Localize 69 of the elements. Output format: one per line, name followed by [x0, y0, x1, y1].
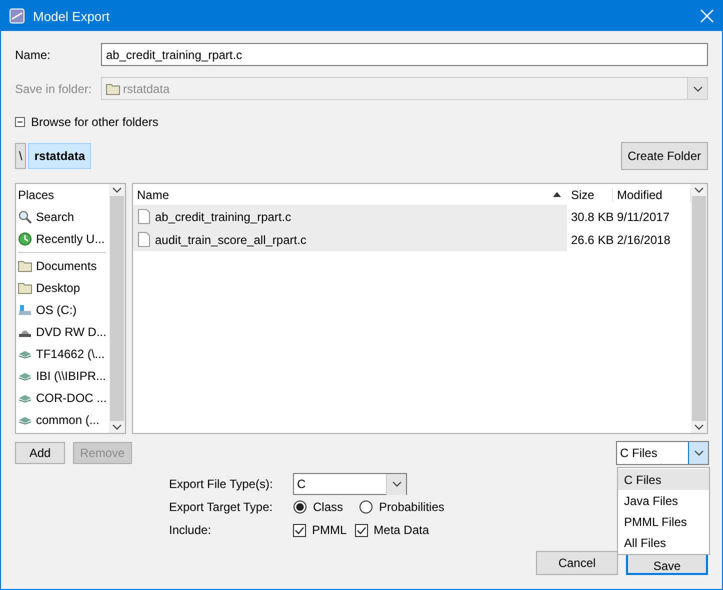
scroll-up-icon — [694, 187, 704, 193]
place-item[interactable]: OS (C:) — [18, 299, 109, 321]
network-drive-icon — [18, 415, 32, 425]
column-header[interactable]: Name — [133, 188, 567, 202]
scroll-down-icon — [694, 424, 704, 430]
drive-icon — [18, 304, 32, 316]
place-item[interactable]: common (... — [18, 409, 109, 431]
file-size-cell-text: 26.6 KB — [570, 232, 613, 246]
scroll-up-icon — [112, 187, 122, 193]
clock-icon — [18, 232, 32, 246]
file-name-cell: ab_credit_training_rpart.c — [133, 205, 567, 228]
file-name-cell: audit_train_score_all_rpart.c — [133, 228, 567, 251]
scrollbar[interactable] — [691, 184, 707, 433]
folder-icon — [18, 282, 32, 294]
save-in-folder-label: Save in folder: — [15, 82, 93, 96]
radio-label: Class — [313, 500, 344, 514]
export-file-type-dropdown[interactable]: C — [293, 473, 407, 495]
collapse-icon[interactable] — [15, 117, 25, 127]
folder-icon — [106, 82, 120, 94]
network-drive-icon — [18, 393, 32, 403]
radio-button[interactable] — [293, 500, 307, 514]
chevron-down-icon — [392, 481, 402, 487]
places-header: Places — [18, 187, 56, 204]
search-icon — [18, 210, 32, 224]
include-label: Include: — [169, 523, 212, 537]
export-target-type-label: Export Target Type: — [169, 500, 274, 514]
file-row[interactable]: ab_credit_training_rpart.c 30.8 KB 9/11/2017 — [133, 205, 691, 228]
place-item[interactable]: Recently U... — [18, 228, 109, 250]
column-header[interactable]: Size — [567, 188, 613, 202]
file-icon — [138, 209, 150, 224]
close-icon[interactable] — [700, 9, 714, 23]
browse-folders-label[interactable]: Browse for other folders — [31, 115, 158, 129]
place-item[interactable]: IBI (\\IBIPR... — [18, 365, 109, 387]
checkbox-label: Meta Data — [374, 523, 430, 537]
name-field[interactable]: ab_credit_training_rpart.c — [101, 43, 708, 66]
app-icon — [9, 8, 25, 24]
place-item[interactable]: TF14662 (\... — [18, 343, 109, 365]
radio-button[interactable] — [359, 500, 374, 514]
chevron-down-icon — [692, 86, 702, 92]
scrollbar[interactable] — [109, 184, 125, 433]
place-item[interactable]: Search — [18, 206, 109, 228]
file-filter-dropdown[interactable]: C Files — [616, 441, 709, 465]
path-button[interactable]: rstatdata — [28, 142, 92, 168]
file-row[interactable]: audit_train_score_all_rpart.c 26.6 KB 2/16/2018 — [133, 228, 691, 251]
network-drive-icon — [18, 371, 32, 381]
modified-date-cell-text: 2/16/2018 — [616, 232, 672, 246]
place-button[interactable]: Add — [15, 442, 65, 464]
place-item[interactable]: Documents — [18, 255, 109, 277]
place-item[interactable]: Desktop — [18, 277, 109, 299]
network-drive-icon — [18, 349, 32, 359]
place-item[interactable]: DVD RW D... — [18, 321, 109, 343]
filter-option[interactable]: C Files — [618, 469, 709, 490]
radio-label: Probabilities — [379, 500, 444, 514]
place-item[interactable]: COR-DOC ... — [18, 387, 109, 409]
modified-date-cell-text: 9/11/2017 — [616, 210, 670, 224]
create-folder-button[interactable]: Create Folder — [620, 142, 708, 170]
export-file-type-label: Export File Type(s): — [169, 477, 274, 491]
path-button[interactable]: \ — [15, 142, 26, 168]
name-label: Name: — [15, 48, 52, 62]
chevron-down-icon — [694, 450, 704, 456]
scroll-down-icon — [112, 424, 122, 430]
dialog-button[interactable]: Cancel — [536, 551, 618, 575]
checkbox[interactable] — [354, 524, 368, 536]
checkbox[interactable] — [293, 524, 306, 536]
file-icon — [138, 232, 150, 247]
window-title: Model Export — [33, 8, 111, 24]
checkbox-label: PMML — [312, 523, 347, 537]
file-size-cell-text: 30.8 KB — [570, 210, 613, 224]
folder-icon — [18, 260, 32, 272]
